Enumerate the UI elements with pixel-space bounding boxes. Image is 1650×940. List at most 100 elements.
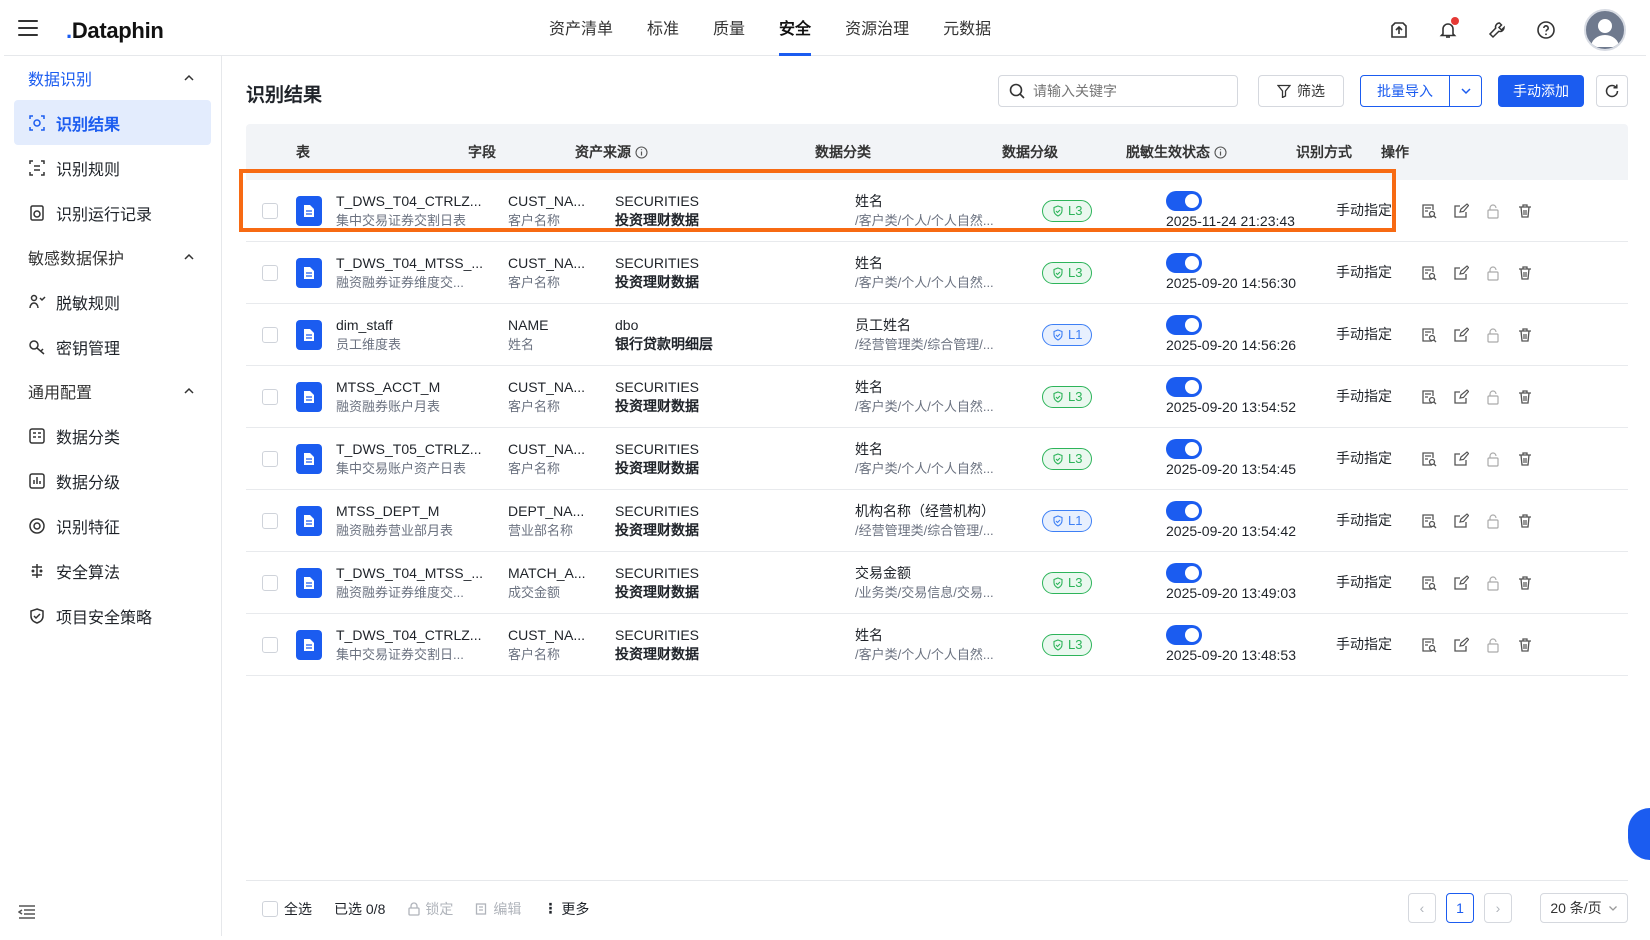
user-avatar[interactable] bbox=[1584, 9, 1626, 51]
upload-icon[interactable] bbox=[1388, 19, 1410, 41]
masking-toggle[interactable] bbox=[1166, 252, 1202, 273]
table-row[interactable]: T_DWS_T04_MTSS_... 融资融券证券维度交... CUST_NA...… bbox=[246, 242, 1628, 304]
table-row[interactable]: MTSS_ACCT_M 融资融券账户月表 CUST_NA... 客户名称 SECURIT… bbox=[246, 366, 1628, 428]
delete-icon[interactable] bbox=[1517, 327, 1533, 343]
sidebar-item[interactable]: 项目安全策略 bbox=[14, 593, 211, 638]
table-name[interactable]: T_DWS_T05_CTRLZ... bbox=[336, 440, 508, 459]
table-name[interactable]: T_DWS_T04_CTRLZ... bbox=[336, 626, 508, 645]
row-checkbox[interactable] bbox=[262, 574, 278, 591]
table-name[interactable]: MTSS_ACCT_M bbox=[336, 378, 508, 397]
delete-icon[interactable] bbox=[1517, 637, 1533, 653]
row-checkbox[interactable] bbox=[262, 388, 278, 405]
masking-toggle[interactable] bbox=[1166, 438, 1202, 459]
nav-item[interactable]: 资产清单 bbox=[549, 4, 613, 56]
lock-icon[interactable] bbox=[1485, 327, 1501, 343]
table-row[interactable]: dim_staff 员工维度表 NAME 姓名 dbo 银行贷款明细层 员工姓名/经营管理类… bbox=[246, 304, 1628, 366]
more-button[interactable]: ⋮ 更多 bbox=[543, 899, 589, 919]
lock-button[interactable]: 锁定 bbox=[407, 899, 453, 919]
table-row[interactable]: T_DWS_T04_CTRLZ... 集中交易证券交割日表 CUST_NA... 客户… bbox=[246, 180, 1628, 242]
prev-page-button[interactable]: ‹ bbox=[1408, 893, 1436, 923]
row-checkbox[interactable] bbox=[262, 264, 278, 281]
batch-import-dropdown[interactable] bbox=[1449, 75, 1482, 107]
delete-icon[interactable] bbox=[1517, 575, 1533, 591]
view-detail-icon[interactable] bbox=[1421, 389, 1437, 405]
page-number-button[interactable]: 1 bbox=[1446, 893, 1474, 923]
delete-icon[interactable] bbox=[1517, 265, 1533, 281]
select-all-checkbox[interactable]: 全选 bbox=[262, 899, 312, 919]
delete-icon[interactable] bbox=[1517, 451, 1533, 467]
refresh-button[interactable] bbox=[1596, 75, 1628, 107]
edit-icon[interactable] bbox=[1453, 450, 1469, 467]
nav-item[interactable]: 资源治理 bbox=[845, 4, 909, 56]
table-name[interactable]: T_DWS_T04_MTSS_... bbox=[336, 254, 508, 273]
filter-button[interactable]: 筛选 bbox=[1258, 75, 1344, 107]
nav-item[interactable]: 质量 bbox=[713, 4, 745, 56]
next-page-button[interactable]: › bbox=[1484, 893, 1512, 923]
delete-icon[interactable] bbox=[1517, 389, 1533, 405]
table-row[interactable]: T_DWS_T04_MTSS_... 融资融券证券维度交... MATCH_A...… bbox=[246, 552, 1628, 614]
wrench-icon[interactable] bbox=[1486, 19, 1508, 41]
table-name[interactable]: T_DWS_T04_CTRLZ... bbox=[336, 192, 508, 211]
lock-icon[interactable] bbox=[1485, 451, 1501, 467]
collapse-sidebar-icon[interactable] bbox=[17, 904, 36, 920]
row-checkbox[interactable] bbox=[262, 202, 278, 219]
table-name[interactable]: T_DWS_T04_MTSS_... bbox=[336, 564, 508, 583]
view-detail-icon[interactable] bbox=[1421, 451, 1437, 467]
sidebar-item[interactable]: 数据分类 bbox=[14, 413, 211, 458]
edit-icon[interactable] bbox=[1453, 202, 1469, 219]
table-name[interactable]: MTSS_DEPT_M bbox=[336, 502, 508, 521]
sidebar-item[interactable]: 识别运行记录 bbox=[14, 190, 211, 235]
table-row[interactable]: T_DWS_T04_CTRLZ... 集中交易证券交割日... CUST_NA...… bbox=[246, 614, 1628, 676]
bell-icon[interactable] bbox=[1437, 17, 1459, 41]
sidebar-item[interactable]: 数据分级 bbox=[14, 458, 211, 503]
view-detail-icon[interactable] bbox=[1421, 637, 1437, 653]
edit-icon[interactable] bbox=[1453, 574, 1469, 591]
masking-toggle[interactable] bbox=[1166, 624, 1202, 645]
help-icon[interactable] bbox=[1535, 19, 1557, 41]
lock-icon[interactable] bbox=[1485, 389, 1501, 405]
lock-icon[interactable] bbox=[1485, 513, 1501, 529]
sidebar-group-title[interactable]: 敏感数据保护 bbox=[4, 235, 221, 279]
lock-icon[interactable] bbox=[1485, 637, 1501, 653]
batch-import-button[interactable]: 批量导入 bbox=[1360, 75, 1450, 107]
masking-toggle[interactable] bbox=[1166, 376, 1202, 397]
edit-icon[interactable] bbox=[1453, 388, 1469, 405]
lock-icon[interactable] bbox=[1485, 265, 1501, 281]
nav-item[interactable]: 标准 bbox=[647, 4, 679, 56]
view-detail-icon[interactable] bbox=[1421, 513, 1437, 529]
app-logo[interactable]: .Dataphin bbox=[66, 18, 164, 44]
search-box[interactable] bbox=[998, 75, 1238, 107]
view-detail-icon[interactable] bbox=[1421, 575, 1437, 591]
row-checkbox[interactable] bbox=[262, 512, 278, 529]
checkbox[interactable] bbox=[262, 900, 278, 917]
table-row[interactable]: MTSS_DEPT_M 融资融券营业部月表 DEPT_NA... 营业部名称 SECUR… bbox=[246, 490, 1628, 552]
table-name[interactable]: dim_staff bbox=[336, 316, 508, 335]
edit-button[interactable]: 编辑 bbox=[475, 899, 521, 919]
sidebar-item[interactable]: 密钥管理 bbox=[14, 324, 211, 369]
page-size-select[interactable]: 20 条/页 bbox=[1540, 893, 1628, 923]
sidebar-item[interactable]: 识别规则 bbox=[14, 145, 211, 190]
row-checkbox[interactable] bbox=[262, 450, 278, 467]
row-checkbox[interactable] bbox=[262, 326, 278, 343]
nav-item[interactable]: 安全 bbox=[779, 4, 812, 56]
view-detail-icon[interactable] bbox=[1421, 265, 1437, 281]
sidebar-group-title[interactable]: 数据识别 bbox=[4, 56, 221, 100]
masking-toggle[interactable] bbox=[1166, 562, 1202, 583]
masking-toggle[interactable] bbox=[1166, 190, 1202, 211]
edit-icon[interactable] bbox=[1453, 326, 1469, 343]
view-detail-icon[interactable] bbox=[1421, 327, 1437, 343]
row-checkbox[interactable] bbox=[262, 636, 278, 653]
sidebar-item[interactable]: 识别结果 bbox=[14, 100, 211, 145]
masking-toggle[interactable] bbox=[1166, 314, 1202, 335]
sidebar-item[interactable]: 安全算法 bbox=[14, 548, 211, 593]
lock-icon[interactable] bbox=[1485, 575, 1501, 591]
manual-add-button[interactable]: 手动添加 bbox=[1498, 75, 1584, 107]
masking-toggle[interactable] bbox=[1166, 500, 1202, 521]
table-row[interactable]: T_DWS_T05_CTRLZ... 集中交易账户资产日表 CUST_NA... 客户… bbox=[246, 428, 1628, 490]
delete-icon[interactable] bbox=[1517, 203, 1533, 219]
hamburger-menu-icon[interactable] bbox=[18, 20, 38, 40]
sidebar-item[interactable]: 识别特征 bbox=[14, 503, 211, 548]
nav-item[interactable]: 元数据 bbox=[943, 4, 991, 56]
delete-icon[interactable] bbox=[1517, 513, 1533, 529]
sidebar-group-title[interactable]: 通用配置 bbox=[4, 369, 221, 413]
